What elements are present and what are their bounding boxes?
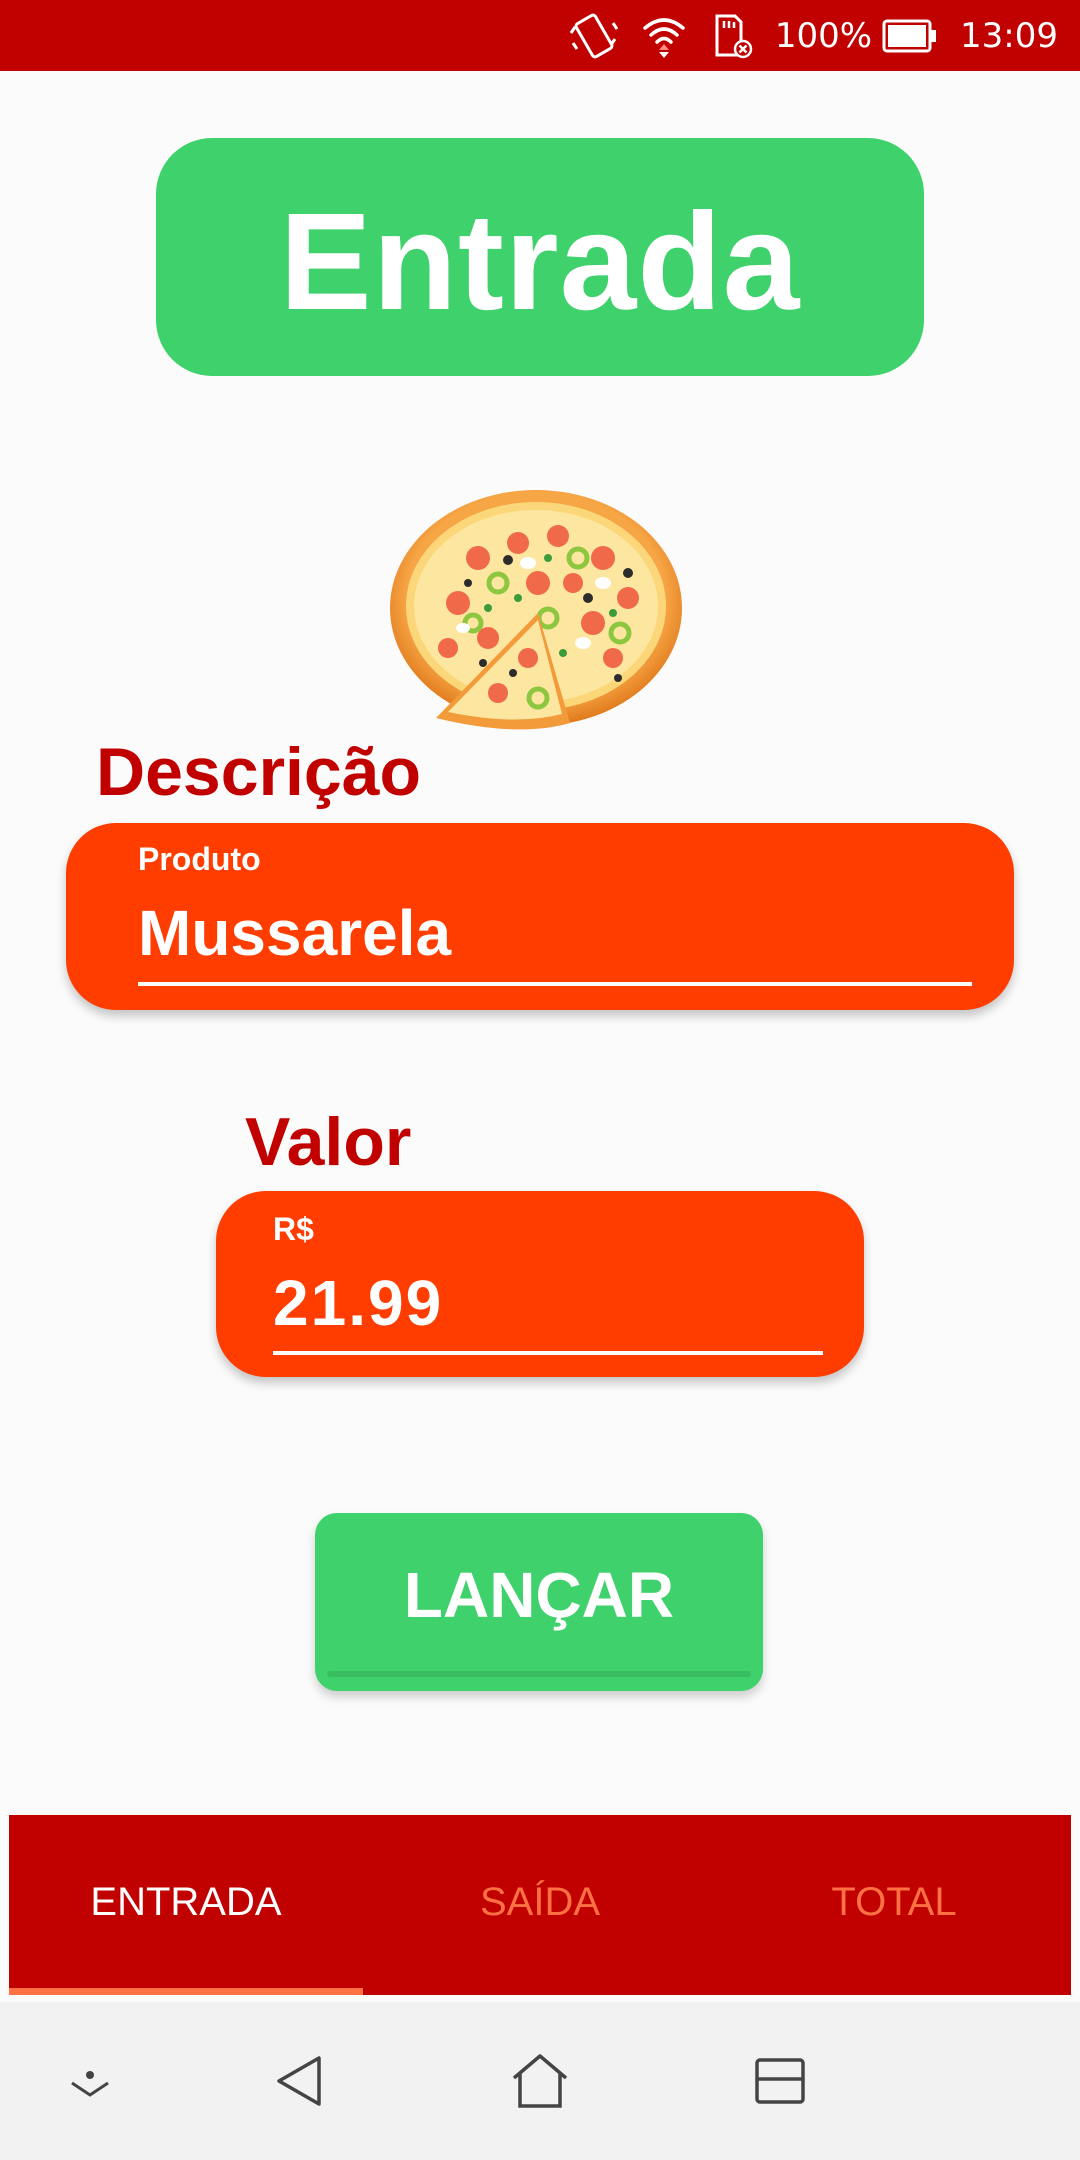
page-title: Entrada bbox=[279, 185, 801, 339]
pizza-image bbox=[388, 488, 688, 738]
product-hint: Produto bbox=[138, 841, 261, 877]
description-label: Descrição bbox=[96, 734, 422, 810]
value-label: Valor bbox=[245, 1104, 412, 1180]
home-icon[interactable] bbox=[510, 2052, 570, 2110]
back-icon[interactable] bbox=[273, 2054, 327, 2108]
value-input[interactable]: 21.99 bbox=[273, 1271, 443, 1335]
sd-card-icon bbox=[709, 13, 753, 59]
product-underline bbox=[138, 982, 972, 986]
value-field[interactable]: R$ 21.99 bbox=[216, 1191, 864, 1377]
page-title-banner: Entrada bbox=[156, 138, 924, 376]
recents-icon[interactable] bbox=[754, 2057, 806, 2105]
status-bar: 100% 13:09 bbox=[0, 0, 1080, 71]
wifi-icon bbox=[641, 14, 687, 58]
value-underline bbox=[273, 1351, 823, 1355]
app-screen: 100% 13:09 Entrada Descrição Produto Mus… bbox=[0, 0, 1080, 2160]
value-hint: R$ bbox=[273, 1211, 314, 1247]
vibrate-icon bbox=[569, 13, 619, 59]
tab-active-indicator bbox=[9, 1988, 363, 1995]
system-nav-bar bbox=[0, 2002, 1080, 2160]
bottom-tab-bar: ENTRADA SAÍDA TOTAL bbox=[9, 1815, 1071, 1995]
clock: 13:09 bbox=[960, 15, 1058, 56]
launch-button[interactable]: LANÇAR bbox=[315, 1513, 763, 1691]
battery-icon bbox=[882, 19, 938, 53]
product-field[interactable]: Produto Mussarela bbox=[66, 823, 1014, 1010]
tab-entrada-label: ENTRADA bbox=[90, 1879, 282, 1924]
collapse-icon[interactable] bbox=[68, 2061, 112, 2101]
battery-percent: 100% bbox=[774, 15, 873, 56]
battery-indicator: 100% bbox=[775, 16, 938, 56]
tab-total-label: TOTAL bbox=[831, 1879, 957, 1924]
tab-saida[interactable]: SAÍDA bbox=[363, 1815, 717, 1995]
product-input[interactable]: Mussarela bbox=[138, 901, 451, 965]
tab-entrada[interactable]: ENTRADA bbox=[9, 1815, 363, 1995]
tab-total[interactable]: TOTAL bbox=[717, 1815, 1071, 1995]
launch-button-label: LANÇAR bbox=[403, 1559, 675, 1631]
tab-saida-label: SAÍDA bbox=[479, 1879, 601, 1924]
